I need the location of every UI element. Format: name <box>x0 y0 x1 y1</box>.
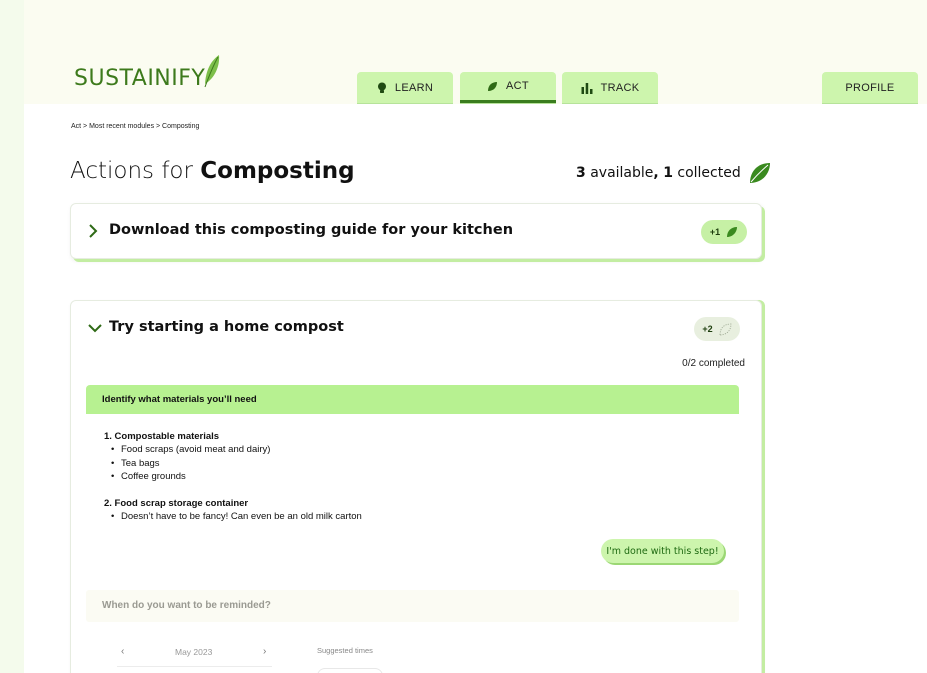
page-title-topic: Composting <box>200 158 355 184</box>
bar-chart-icon <box>581 82 593 94</box>
chevron-right-icon[interactable] <box>87 223 99 239</box>
action-title[interactable]: Try starting a home compost <box>109 319 344 335</box>
leaf-icon <box>488 81 498 91</box>
tab-learn-label: LEARN <box>394 81 434 94</box>
collected-label: collected <box>672 165 741 181</box>
breadcrumb[interactable]: Act > Most recent modules > Composting <box>71 123 199 130</box>
action-card-home-compost: Try starting a home compost +2 0/2 compl… <box>70 300 762 673</box>
done-step-button[interactable]: I'm done with this step! <box>601 539 724 563</box>
reward-badge: +1 <box>701 220 747 244</box>
leaf-outline-icon <box>719 323 732 335</box>
step-title: Identify what materials you’ll need <box>102 394 257 405</box>
reward-badge: +2 <box>694 317 740 341</box>
action-counts: 3 available , 1 collected <box>576 162 771 184</box>
tab-track[interactable]: TRACK <box>562 72 658 103</box>
tab-learn[interactable]: LEARN <box>357 72 453 103</box>
list-item: Coffee grounds <box>111 471 186 482</box>
left-edge-strip <box>0 0 24 673</box>
list-item: Doesn’t have to be fancy! Can even be an… <box>111 511 362 522</box>
tab-profile-label: PROFILE <box>845 81 895 94</box>
list-item: Food scraps (avoid meat and dairy) <box>111 444 270 455</box>
suggested-time-option[interactable] <box>317 668 383 673</box>
calendar-next-button[interactable]: › <box>263 646 266 657</box>
app-logo[interactable]: SUSTAINIFY <box>74 54 221 90</box>
action-title[interactable]: Download this composting guide for your … <box>109 222 513 238</box>
tab-profile[interactable]: PROFILE <box>822 72 918 103</box>
reminder-section-header[interactable]: When do you want to be reminded? <box>86 590 739 622</box>
reward-points: +1 <box>709 227 721 237</box>
calendar-prev-button[interactable]: ‹ <box>121 646 124 657</box>
logo-leaf-icon <box>204 55 220 88</box>
tab-track-label: TRACK <box>600 81 640 94</box>
page-title-prefix: Actions for <box>70 158 201 184</box>
list-heading: 2. Food scrap storage container <box>104 498 249 509</box>
list-heading: 1. Compostable materials <box>104 431 220 442</box>
available-label: available <box>585 165 654 181</box>
suggested-times-label: Suggested times <box>317 646 373 655</box>
page-title: Actions for Composting <box>70 158 355 184</box>
logo-text: SUSTAINIFY <box>74 66 206 91</box>
available-count: 3 <box>576 165 586 181</box>
calendar-divider <box>117 666 272 667</box>
collected-count: 1 <box>663 165 673 181</box>
reward-points: +2 <box>702 324 713 334</box>
reminder-title: When do you want to be reminded? <box>102 600 271 611</box>
leaf-icon <box>727 227 738 237</box>
leaf-icon <box>749 163 770 183</box>
tab-act-label: ACT <box>506 80 529 92</box>
lightbulb-icon <box>377 82 386 93</box>
tab-act[interactable]: ACT <box>460 72 556 103</box>
list-item: Tea bags <box>111 458 159 469</box>
step-progress: 0/2 completed <box>682 358 745 369</box>
calendar-month-label: May 2023 <box>175 647 213 657</box>
chevron-down-icon[interactable] <box>87 322 103 334</box>
action-card-download-guide[interactable]: Download this composting guide for your … <box>70 203 762 259</box>
step-header[interactable]: Identify what materials you’ll need <box>86 385 739 414</box>
